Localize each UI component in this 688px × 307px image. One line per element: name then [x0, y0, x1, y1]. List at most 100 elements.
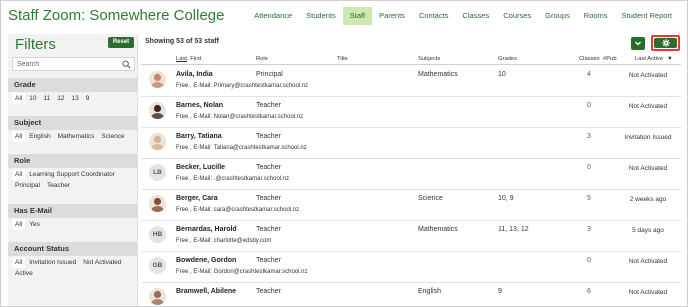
reset-button[interactable]: Reset — [108, 37, 134, 48]
staff-classes-count[interactable]: 0 — [582, 257, 596, 264]
search-input[interactable] — [13, 58, 118, 70]
filter-options-has-e-mail: All Yes — [8, 219, 138, 230]
staff-subjects: Mathematics — [418, 226, 458, 233]
staff-grades: 10 — [498, 71, 506, 78]
filter-section-grade: Grade — [8, 78, 138, 92]
filter-option-yes[interactable]: Yes — [26, 219, 43, 230]
staff-email: Free , E-Mail: Nolan@crashtestkamar.scho… — [176, 114, 304, 120]
filter-option-invitation-issued[interactable]: Invitation Issued — [26, 257, 79, 268]
avatar: HB — [149, 226, 166, 243]
staff-classes-count[interactable]: 6 — [582, 288, 596, 295]
nav-classes[interactable]: Classes — [456, 7, 497, 25]
staff-last-active: Not Activated — [628, 72, 668, 79]
table-row[interactable]: Avila, India Free , E-Mail: Primary@crash… — [141, 66, 681, 97]
download-button[interactable] — [631, 37, 645, 50]
staff-role: Teacher — [256, 257, 281, 264]
staff-last-active: Not Activated — [628, 258, 668, 265]
staff-classes-count[interactable]: 4 — [582, 71, 596, 78]
nav-groups[interactable]: Groups — [538, 7, 577, 25]
staff-role: Teacher — [256, 164, 281, 171]
filter-option-all[interactable]: All — [12, 219, 26, 230]
filter-option-all[interactable]: All — [12, 257, 26, 268]
staff-role: Principal — [256, 71, 283, 78]
staff-list-panel: Showing 53 of 53 staff Last, First Role … — [141, 34, 681, 306]
filter-option-all[interactable]: All — [12, 131, 26, 142]
col-last-label: Last — [176, 56, 187, 62]
staff-email: Free , E-Mail: cara@crashtestkamar.schoo… — [176, 207, 300, 213]
staff-name[interactable]: Becker, Lucille — [176, 164, 225, 171]
main-nav: Attendance Students Staff Parents Contacts Cl… — [247, 7, 679, 25]
search-icon[interactable] — [122, 60, 131, 69]
staff-role: Teacher — [256, 195, 281, 202]
search-box — [12, 57, 135, 71]
col-grades[interactable]: Grades — [498, 56, 517, 62]
staff-email: Free , E-Mail: .@crashtestkamar.school.n… — [176, 176, 290, 182]
table-row[interactable]: Berger, Cara Free , E-Mail: cara@crashtes… — [141, 190, 681, 221]
nav-students[interactable]: Students — [299, 7, 343, 25]
filter-option-active[interactable]: Active — [12, 268, 36, 279]
staff-classes-count[interactable]: 0 — [582, 102, 596, 109]
filter-option-science[interactable]: Science — [98, 131, 127, 142]
filter-option-teacher[interactable]: Teacher — [44, 180, 73, 191]
table-row[interactable]: Bramwell, Abilene Teacher English 9 6 Not Act… — [141, 283, 681, 306]
staff-name[interactable]: Bernardas, Harold — [176, 226, 237, 233]
col-role[interactable]: Role — [256, 56, 268, 62]
nav-rooms[interactable]: Rooms — [577, 7, 615, 25]
filters-title: Filters — [15, 36, 56, 53]
filter-option-learning-support-coordinator[interactable]: Learning Support Coordinator — [26, 169, 118, 180]
filter-option-not-activated[interactable]: Not Activated — [80, 257, 124, 268]
filter-section-subject: Subject — [8, 116, 138, 130]
col-subjects[interactable]: Subjects — [418, 56, 440, 62]
page-title: Staff Zoom: Somewhere College — [8, 7, 225, 24]
table-row[interactable]: LB Becker, Lucille Free , E-Mail: .@crasht… — [141, 159, 681, 190]
staff-role: Teacher — [256, 133, 281, 140]
nav-student-report[interactable]: Student Report — [615, 7, 679, 25]
staff-name[interactable]: Bramwell, Abilene — [176, 288, 236, 295]
filter-option-english[interactable]: English — [26, 131, 53, 142]
sort-indicator-icon: ▼ — [667, 56, 673, 62]
nav-staff[interactable]: Staff — [342, 7, 373, 25]
nav-attendance[interactable]: Attendance — [247, 7, 299, 25]
staff-name[interactable]: Berger, Cara — [176, 195, 218, 202]
table-row[interactable]: Barry, Tatiana Free , E-Mail: Tatiana@cra… — [141, 128, 681, 159]
filter-option-all[interactable]: All — [12, 93, 26, 104]
filter-option-13[interactable]: 13 — [68, 93, 81, 104]
avatar — [149, 288, 166, 305]
col-title[interactable]: Title — [337, 56, 348, 62]
col-first-label: First — [190, 56, 202, 62]
staff-classes-count[interactable]: 0 — [582, 164, 596, 171]
filter-option-mathematics[interactable]: Mathematics — [55, 131, 98, 142]
staff-role: Teacher — [256, 102, 281, 109]
table-row[interactable]: Barnes, Nolan Free , E-Mail: Nolan@crasht… — [141, 97, 681, 128]
staff-classes-count[interactable]: 3 — [582, 133, 596, 140]
staff-name[interactable]: Barry, Tatiana — [176, 133, 222, 140]
col-last[interactable]: Last, First — [176, 56, 201, 62]
staff-classes-count[interactable]: 3 — [582, 226, 596, 233]
staff-role: Teacher — [256, 226, 281, 233]
nav-courses[interactable]: Courses — [496, 7, 538, 25]
filter-option-10[interactable]: 10 — [26, 93, 39, 104]
table-row[interactable]: GB Bowdene, Gordon Free , E-Mail: Gordon@c… — [141, 252, 681, 283]
col-classes[interactable]: Classes — [579, 56, 600, 62]
table-row[interactable]: HB Bernardas, Harold Free , E-Mail: charlo… — [141, 221, 681, 252]
nav-contacts[interactable]: Contacts — [412, 7, 456, 25]
staff-last-active: Not Activated — [628, 289, 668, 296]
filter-option-12[interactable]: 12 — [54, 93, 67, 104]
filter-option-all[interactable]: All — [12, 169, 26, 180]
staff-role: Teacher — [256, 288, 281, 295]
staff-name[interactable]: Bowdene, Gordon — [176, 257, 236, 264]
staff-classes-count[interactable]: 5 — [582, 195, 596, 202]
staff-last-active: Invitation Issued — [624, 134, 672, 141]
staff-name[interactable]: Barnes, Nolan — [176, 102, 223, 109]
nav-parents[interactable]: Parents — [372, 7, 412, 25]
col-last-active[interactable]: Last Active — [635, 56, 663, 62]
avatar: GB — [149, 257, 166, 274]
filter-option-11[interactable]: 11 — [40, 93, 53, 104]
filter-option-9[interactable]: 9 — [83, 93, 93, 104]
col-pub[interactable]: #Pub — [603, 56, 617, 62]
filter-option-principal[interactable]: Principal — [12, 180, 43, 191]
staff-name[interactable]: Avila, India — [176, 71, 213, 78]
app-window: Staff Zoom: Somewhere College Attendance… — [0, 0, 688, 307]
settings-button[interactable] — [651, 35, 680, 51]
staff-grades: 9 — [498, 288, 502, 295]
